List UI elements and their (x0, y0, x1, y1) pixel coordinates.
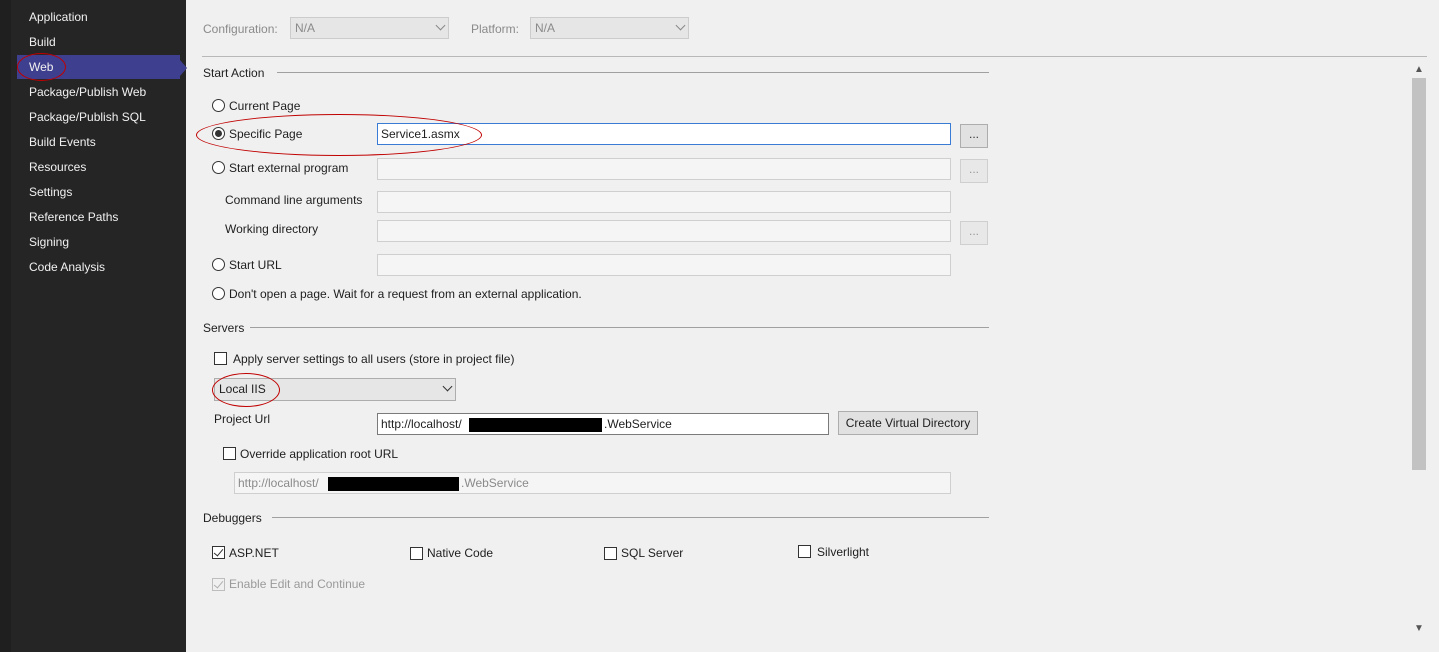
override-root-url-label: Override application root URL (240, 447, 399, 461)
section-divider (277, 72, 989, 73)
project-url-prefix: http://localhost/ (381, 417, 462, 431)
specific-page-radio[interactable] (212, 127, 225, 140)
start-external-program-label: Start external program (229, 161, 349, 175)
sidebar-item-resources[interactable]: Resources (17, 155, 180, 179)
override-root-url-checkbox[interactable] (223, 447, 236, 460)
working-directory-browse-button[interactable]: ... (960, 221, 988, 245)
apply-all-users-label: Apply server settings to all users (stor… (233, 352, 515, 366)
project-properties-sidebar: Application Build Web Package/Publish We… (11, 0, 186, 652)
window-edge (0, 0, 11, 652)
enable-edit-continue-label: Enable Edit and Continue (229, 577, 366, 591)
start-url-input[interactable] (377, 254, 951, 276)
working-directory-input[interactable] (377, 220, 951, 242)
scroll-up-icon[interactable]: ▲ (1414, 64, 1424, 75)
command-line-arguments-input[interactable] (377, 191, 951, 213)
sidebar-item-package-publish-sql[interactable]: Package/Publish SQL (17, 105, 180, 129)
silverlight-label: Silverlight (817, 545, 870, 559)
checkmark-icon (213, 546, 224, 557)
root-url-prefix: http://localhost/ (238, 476, 319, 490)
sql-server-checkbox[interactable] (604, 547, 617, 560)
sidebar-item-application[interactable]: Application (17, 5, 180, 29)
aspnet-checkbox[interactable] (212, 546, 225, 559)
checkmark-icon (213, 578, 224, 589)
configuration-dropdown[interactable]: N/A (290, 17, 449, 39)
start-external-program-radio[interactable] (212, 161, 225, 174)
sidebar-item-signing[interactable]: Signing (17, 230, 180, 254)
sidebar-item-code-analysis[interactable]: Code Analysis (17, 255, 180, 279)
root-url-suffix: .WebService (461, 476, 529, 490)
sidebar-item-settings[interactable]: Settings (17, 180, 180, 204)
dont-open-page-radio[interactable] (212, 287, 225, 300)
platform-value: N/A (535, 21, 556, 35)
chevron-down-icon (675, 20, 686, 31)
specific-page-label: Specific Page (229, 127, 303, 141)
sidebar-item-web[interactable]: Web (17, 55, 180, 79)
enable-edit-continue-checkbox[interactable] (212, 578, 225, 591)
sidebar-item-build[interactable]: Build (17, 30, 180, 54)
sidebar-item-package-publish-web[interactable]: Package/Publish Web (17, 80, 180, 104)
servers-heading: Servers (203, 321, 245, 335)
silverlight-checkbox[interactable] (798, 545, 811, 558)
specific-page-value: Service1.asmx (381, 127, 460, 141)
current-page-radio[interactable] (212, 99, 225, 112)
chevron-down-icon (442, 381, 453, 392)
current-page-label: Current Page (229, 99, 301, 113)
server-type-value: Local IIS (219, 382, 266, 396)
scroll-down-icon[interactable]: ▼ (1414, 623, 1424, 634)
dont-open-page-label: Don't open a page. Wait for a request fr… (229, 287, 582, 301)
scrollbar-thumb[interactable] (1412, 78, 1426, 470)
specific-page-input[interactable]: Service1.asmx (377, 123, 951, 145)
configuration-value: N/A (295, 21, 316, 35)
start-url-label: Start URL (229, 258, 282, 272)
sidebar-item-build-events[interactable]: Build Events (17, 130, 180, 154)
start-url-radio[interactable] (212, 258, 225, 271)
toolbar-divider (202, 56, 1427, 57)
create-virtual-directory-button[interactable]: Create Virtual Directory (838, 411, 978, 435)
native-code-checkbox[interactable] (410, 547, 423, 560)
external-program-input[interactable] (377, 158, 951, 180)
section-divider (272, 517, 989, 518)
configuration-label: Configuration: (203, 22, 278, 36)
project-url-input[interactable]: http://localhost/ .WebService (377, 413, 829, 435)
apply-all-users-checkbox[interactable] (214, 352, 227, 365)
section-divider (250, 327, 989, 328)
project-url-suffix: .WebService (604, 417, 672, 431)
working-directory-label: Working directory (225, 222, 319, 236)
sql-server-label: SQL Server (621, 546, 684, 560)
redaction-box (328, 477, 459, 491)
project-url-label: Project Url (214, 412, 271, 426)
specific-page-browse-button[interactable]: ... (960, 124, 988, 148)
selected-item-pointer (180, 60, 187, 76)
start-action-heading: Start Action (203, 66, 265, 80)
sidebar-item-reference-paths[interactable]: Reference Paths (17, 205, 180, 229)
native-code-label: Native Code (427, 546, 494, 560)
command-line-arguments-label: Command line arguments (225, 193, 363, 207)
platform-label: Platform: (471, 22, 520, 36)
external-program-browse-button[interactable]: ... (960, 159, 988, 183)
debuggers-heading: Debuggers (203, 511, 262, 525)
chevron-down-icon (435, 20, 446, 31)
server-type-dropdown[interactable]: Local IIS (214, 378, 456, 401)
root-url-input[interactable]: http://localhost/ .WebService (234, 472, 951, 494)
redaction-box (469, 418, 602, 432)
platform-dropdown[interactable]: N/A (530, 17, 689, 39)
aspnet-label: ASP.NET (229, 546, 279, 560)
